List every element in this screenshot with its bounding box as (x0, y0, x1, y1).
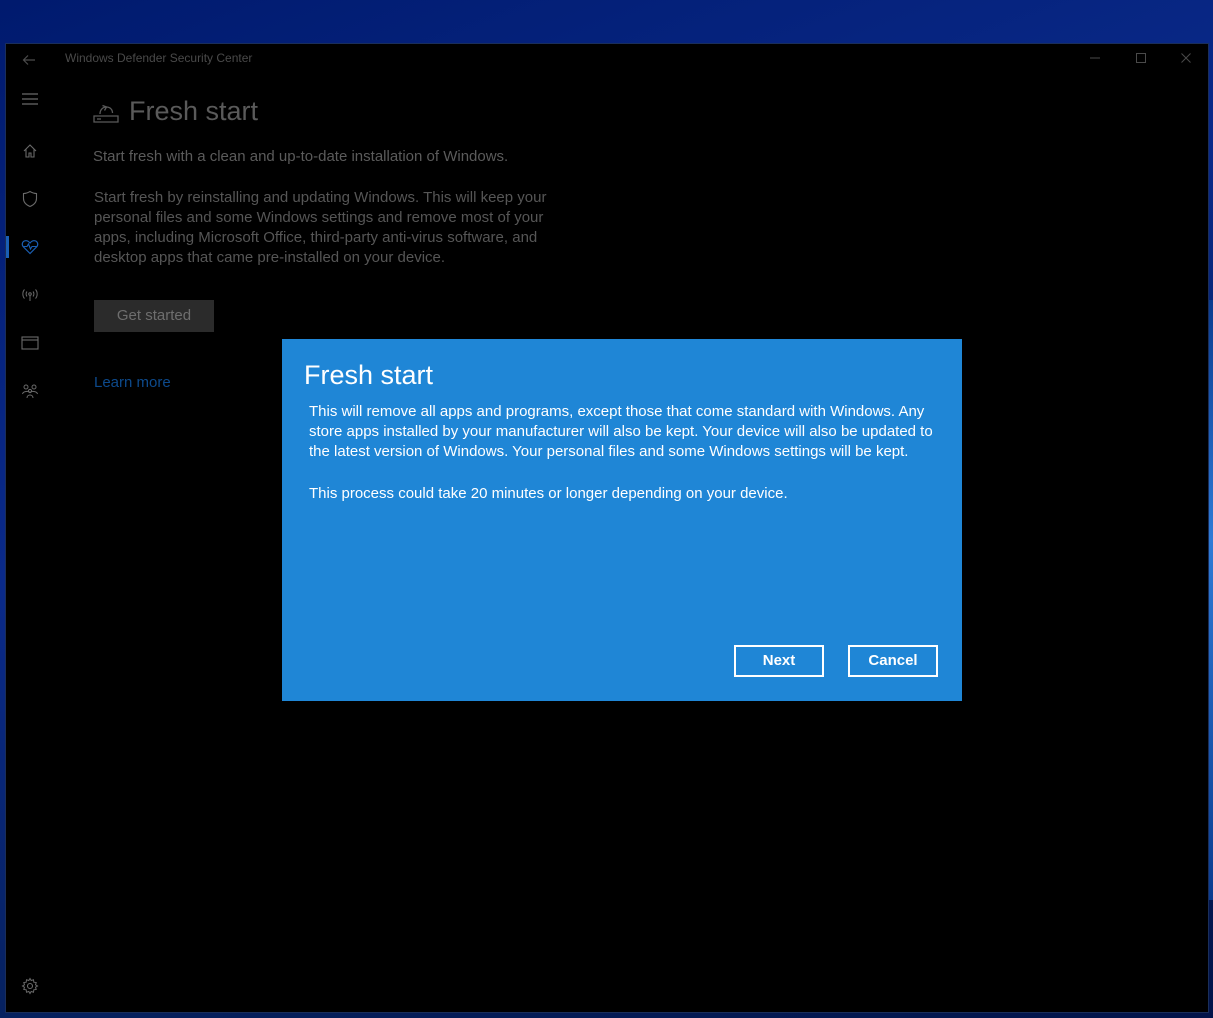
learn-more-link[interactable]: Learn more (94, 374, 171, 391)
maximize-button[interactable] (1118, 47, 1164, 71)
back-button[interactable] (18, 49, 40, 71)
settings-button[interactable] (6, 962, 54, 1010)
nav-item-virus-protection[interactable] (6, 175, 54, 223)
home-icon (23, 144, 37, 158)
heart-pulse-icon (21, 240, 39, 255)
dialog-title: Fresh start (304, 360, 434, 390)
browser-window-icon (21, 336, 39, 350)
cancel-button[interactable]: Cancel (848, 645, 938, 677)
next-button[interactable]: Next (734, 645, 824, 677)
page-title: Fresh start (93, 96, 258, 127)
antenna-icon (22, 289, 38, 301)
dialog-body: This will remove all apps and programs, … (309, 402, 949, 526)
maximize-icon (1136, 53, 1146, 63)
close-button[interactable] (1163, 47, 1209, 71)
page-title-text: Fresh start (129, 96, 259, 126)
fresh-start-dialog: Fresh start This will remove all apps an… (282, 339, 962, 701)
shield-icon (22, 190, 38, 208)
hamburger-icon (22, 93, 38, 105)
close-icon (1181, 53, 1191, 63)
minimize-icon (1090, 57, 1100, 59)
back-arrow-icon (22, 55, 35, 65)
nav-item-device-performance-health[interactable] (6, 223, 54, 271)
dialog-body-text-2: This process could take 20 minutes or lo… (309, 485, 788, 502)
nav-menu-button[interactable] (6, 75, 54, 123)
nav-item-family-options[interactable] (6, 367, 54, 415)
page-description: Start fresh by reinstalling and updating… (94, 189, 547, 266)
title-bar: Windows Defender Security Center (6, 44, 1208, 74)
page-subtitle: Start fresh with a clean and up-to-date … (93, 148, 509, 165)
nav-active-indicator (6, 236, 9, 258)
gear-icon (21, 977, 39, 995)
minimize-button[interactable] (1072, 47, 1118, 71)
get-started-button[interactable]: Get started (94, 300, 214, 332)
fresh-start-icon (93, 104, 119, 123)
family-icon (22, 384, 38, 399)
nav-item-app-browser-control[interactable] (6, 319, 54, 367)
window-title: Windows Defender Security Center (65, 51, 253, 65)
side-nav (6, 74, 54, 1012)
nav-item-home[interactable] (6, 127, 54, 175)
dialog-body-text-1: This will remove all apps and programs, … (309, 403, 933, 460)
nav-item-firewall-network[interactable] (6, 271, 54, 319)
